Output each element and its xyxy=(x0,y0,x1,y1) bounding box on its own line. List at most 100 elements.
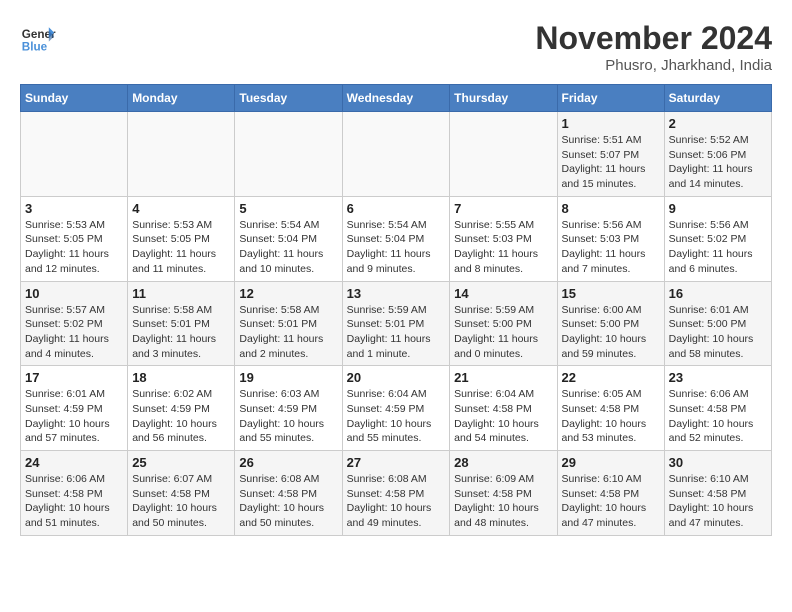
day-info: Sunrise: 6:00 AM Sunset: 5:00 PM Dayligh… xyxy=(562,303,660,362)
day-number: 11 xyxy=(132,286,230,301)
day-info: Sunrise: 5:52 AM Sunset: 5:06 PM Dayligh… xyxy=(669,133,767,192)
day-info: Sunrise: 5:58 AM Sunset: 5:01 PM Dayligh… xyxy=(239,303,337,362)
calendar-cell: 28 Sunrise: 6:09 AM Sunset: 4:58 PM Dayli… xyxy=(450,451,557,536)
day-number: 28 xyxy=(454,455,552,470)
day-number: 26 xyxy=(239,455,337,470)
calendar-cell: 23 Sunrise: 6:06 AM Sunset: 4:58 PM Dayli… xyxy=(664,366,771,451)
week-row-5: 24 Sunrise: 6:06 AM Sunset: 4:58 PM Dayli… xyxy=(21,451,772,536)
day-info: Sunrise: 6:08 AM Sunset: 4:58 PM Dayligh… xyxy=(239,472,337,531)
title-block: November 2024 Phusro, Jharkhand, India xyxy=(535,20,772,74)
day-info: Sunrise: 6:03 AM Sunset: 4:59 PM Dayligh… xyxy=(239,387,337,446)
day-info: Sunrise: 6:06 AM Sunset: 4:58 PM Dayligh… xyxy=(25,472,123,531)
calendar-cell xyxy=(21,112,128,197)
day-number: 19 xyxy=(239,370,337,385)
day-number: 14 xyxy=(454,286,552,301)
calendar-cell xyxy=(450,112,557,197)
calendar-cell: 10 Sunrise: 5:57 AM Sunset: 5:02 PM Dayli… xyxy=(21,281,128,366)
page-header: General Blue November 2024 Phusro, Jhark… xyxy=(20,20,772,74)
day-info: Sunrise: 5:59 AM Sunset: 5:01 PM Dayligh… xyxy=(347,303,446,362)
logo: General Blue xyxy=(20,20,56,56)
day-info: Sunrise: 6:10 AM Sunset: 4:58 PM Dayligh… xyxy=(562,472,660,531)
calendar-cell: 24 Sunrise: 6:06 AM Sunset: 4:58 PM Dayli… xyxy=(21,451,128,536)
day-number: 22 xyxy=(562,370,660,385)
day-info: Sunrise: 5:59 AM Sunset: 5:00 PM Dayligh… xyxy=(454,303,552,362)
calendar-cell: 16 Sunrise: 6:01 AM Sunset: 5:00 PM Dayli… xyxy=(664,281,771,366)
day-number: 23 xyxy=(669,370,767,385)
day-info: Sunrise: 6:09 AM Sunset: 4:58 PM Dayligh… xyxy=(454,472,552,531)
calendar-cell: 19 Sunrise: 6:03 AM Sunset: 4:59 PM Dayli… xyxy=(235,366,342,451)
day-info: Sunrise: 5:56 AM Sunset: 5:03 PM Dayligh… xyxy=(562,218,660,277)
calendar-cell: 14 Sunrise: 5:59 AM Sunset: 5:00 PM Dayli… xyxy=(450,281,557,366)
calendar-cell: 7 Sunrise: 5:55 AM Sunset: 5:03 PM Daylig… xyxy=(450,196,557,281)
day-number: 1 xyxy=(562,116,660,131)
day-info: Sunrise: 5:58 AM Sunset: 5:01 PM Dayligh… xyxy=(132,303,230,362)
logo-icon: General Blue xyxy=(20,20,56,56)
day-number: 30 xyxy=(669,455,767,470)
day-info: Sunrise: 6:10 AM Sunset: 4:58 PM Dayligh… xyxy=(669,472,767,531)
day-number: 25 xyxy=(132,455,230,470)
location: Phusro, Jharkhand, India xyxy=(535,57,772,74)
week-row-2: 3 Sunrise: 5:53 AM Sunset: 5:05 PM Daylig… xyxy=(21,196,772,281)
calendar-cell: 11 Sunrise: 5:58 AM Sunset: 5:01 PM Dayli… xyxy=(128,281,235,366)
day-number: 5 xyxy=(239,201,337,216)
calendar-cell: 9Sunrise: 5:56 AM Sunset: 5:02 PM Daylig… xyxy=(664,196,771,281)
day-number: 16 xyxy=(669,286,767,301)
calendar-cell: 17 Sunrise: 6:01 AM Sunset: 4:59 PM Dayli… xyxy=(21,366,128,451)
day-info: Sunrise: 6:04 AM Sunset: 4:58 PM Dayligh… xyxy=(454,387,552,446)
weekday-header-sunday: Sunday xyxy=(21,85,128,112)
day-number: 24 xyxy=(25,455,123,470)
day-info: Sunrise: 5:53 AM Sunset: 5:05 PM Dayligh… xyxy=(132,218,230,277)
calendar-cell: 21Sunrise: 6:04 AM Sunset: 4:58 PM Dayli… xyxy=(450,366,557,451)
day-number: 3 xyxy=(25,201,123,216)
day-number: 13 xyxy=(347,286,446,301)
week-row-1: 1Sunrise: 5:51 AM Sunset: 5:07 PM Daylig… xyxy=(21,112,772,197)
day-number: 17 xyxy=(25,370,123,385)
calendar-cell: 20 Sunrise: 6:04 AM Sunset: 4:59 PM Dayli… xyxy=(342,366,450,451)
calendar-cell: 6 Sunrise: 5:54 AM Sunset: 5:04 PM Daylig… xyxy=(342,196,450,281)
calendar-table: SundayMondayTuesdayWednesdayThursdayFrid… xyxy=(20,84,772,536)
weekday-header-thursday: Thursday xyxy=(450,85,557,112)
calendar-cell: 12Sunrise: 5:58 AM Sunset: 5:01 PM Dayli… xyxy=(235,281,342,366)
calendar-cell: 30 Sunrise: 6:10 AM Sunset: 4:58 PM Dayli… xyxy=(664,451,771,536)
calendar-cell: 26 Sunrise: 6:08 AM Sunset: 4:58 PM Dayli… xyxy=(235,451,342,536)
calendar-cell xyxy=(342,112,450,197)
calendar-cell: 1Sunrise: 5:51 AM Sunset: 5:07 PM Daylig… xyxy=(557,112,664,197)
day-number: 9 xyxy=(669,201,767,216)
day-number: 27 xyxy=(347,455,446,470)
weekday-header-saturday: Saturday xyxy=(664,85,771,112)
day-info: Sunrise: 6:07 AM Sunset: 4:58 PM Dayligh… xyxy=(132,472,230,531)
day-number: 8 xyxy=(562,201,660,216)
calendar-cell: 27 Sunrise: 6:08 AM Sunset: 4:58 PM Dayli… xyxy=(342,451,450,536)
day-number: 20 xyxy=(347,370,446,385)
weekday-header-monday: Monday xyxy=(128,85,235,112)
calendar-cell: 8 Sunrise: 5:56 AM Sunset: 5:03 PM Daylig… xyxy=(557,196,664,281)
day-number: 10 xyxy=(25,286,123,301)
calendar-cell: 22Sunrise: 6:05 AM Sunset: 4:58 PM Dayli… xyxy=(557,366,664,451)
svg-text:Blue: Blue xyxy=(22,41,48,54)
day-info: Sunrise: 5:57 AM Sunset: 5:02 PM Dayligh… xyxy=(25,303,123,362)
calendar-cell: 3 Sunrise: 5:53 AM Sunset: 5:05 PM Daylig… xyxy=(21,196,128,281)
day-number: 4 xyxy=(132,201,230,216)
day-number: 7 xyxy=(454,201,552,216)
calendar-cell: 25 Sunrise: 6:07 AM Sunset: 4:58 PM Dayli… xyxy=(128,451,235,536)
day-info: Sunrise: 5:54 AM Sunset: 5:04 PM Dayligh… xyxy=(347,218,446,277)
weekday-header-tuesday: Tuesday xyxy=(235,85,342,112)
day-info: Sunrise: 6:01 AM Sunset: 5:00 PM Dayligh… xyxy=(669,303,767,362)
calendar-cell: 18Sunrise: 6:02 AM Sunset: 4:59 PM Dayli… xyxy=(128,366,235,451)
day-info: Sunrise: 5:55 AM Sunset: 5:03 PM Dayligh… xyxy=(454,218,552,277)
day-info: Sunrise: 5:53 AM Sunset: 5:05 PM Dayligh… xyxy=(25,218,123,277)
day-number: 2 xyxy=(669,116,767,131)
day-info: Sunrise: 6:04 AM Sunset: 4:59 PM Dayligh… xyxy=(347,387,446,446)
calendar-cell: 2 Sunrise: 5:52 AM Sunset: 5:06 PM Daylig… xyxy=(664,112,771,197)
calendar-cell xyxy=(128,112,235,197)
calendar-cell: 29Sunrise: 6:10 AM Sunset: 4:58 PM Dayli… xyxy=(557,451,664,536)
week-row-3: 10 Sunrise: 5:57 AM Sunset: 5:02 PM Dayli… xyxy=(21,281,772,366)
calendar-cell: 13 Sunrise: 5:59 AM Sunset: 5:01 PM Dayli… xyxy=(342,281,450,366)
day-number: 15 xyxy=(562,286,660,301)
weekday-header-wednesday: Wednesday xyxy=(342,85,450,112)
day-number: 6 xyxy=(347,201,446,216)
day-info: Sunrise: 6:06 AM Sunset: 4:58 PM Dayligh… xyxy=(669,387,767,446)
day-info: Sunrise: 6:01 AM Sunset: 4:59 PM Dayligh… xyxy=(25,387,123,446)
day-info: Sunrise: 6:08 AM Sunset: 4:58 PM Dayligh… xyxy=(347,472,446,531)
month-title: November 2024 xyxy=(535,20,772,57)
